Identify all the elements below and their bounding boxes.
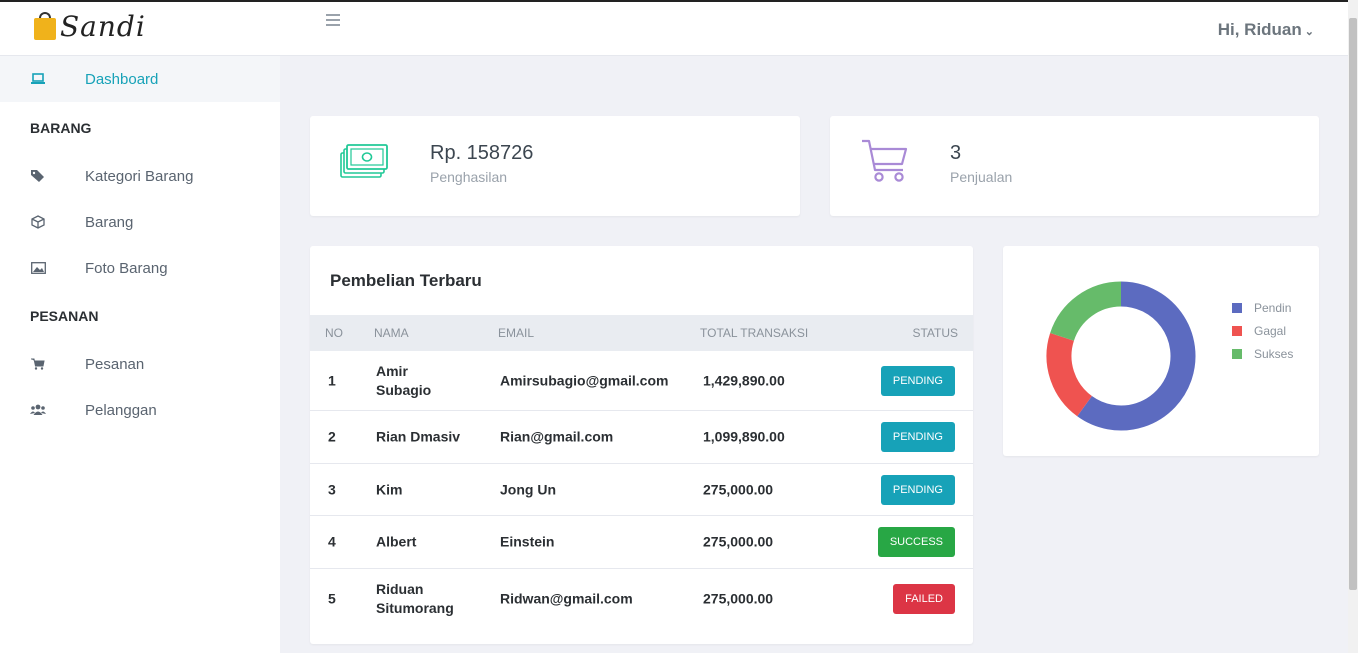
cell-total: 275,000.00	[703, 590, 774, 607]
sidebar-item-label: Barang	[85, 213, 134, 231]
cell-nama: Albert	[376, 533, 417, 550]
column-header-status: STATUS	[912, 326, 958, 340]
sidebar-item-label: Pelanggan	[85, 401, 157, 419]
sidebar-section-barang: BARANG	[30, 120, 92, 136]
brand-logo[interactable]: Sandi	[34, 6, 146, 46]
status-badge: FAILED	[893, 584, 955, 614]
cell-email: Jong Un	[500, 481, 556, 497]
table-body: 1 Amir Subagio Amirsubagio@gmail.com 1,4…	[310, 351, 973, 644]
cell-no: 2	[328, 428, 336, 445]
menu-toggle-icon[interactable]	[326, 14, 340, 29]
cell-nama: Amir Subagio	[376, 362, 432, 398]
donut-chart	[1046, 281, 1196, 431]
sidebar-item-dashboard[interactable]: Dashboard	[0, 56, 280, 102]
cube-icon	[30, 214, 46, 230]
recent-purchases-card: Pembelian Terbaru NO NAMA EMAIL TOTAL TR…	[310, 246, 973, 644]
chevron-down-icon: ⌄	[1304, 26, 1314, 38]
sales-label: Penjualan	[950, 169, 1013, 185]
donut-slice-pendin[interactable]	[1077, 281, 1196, 431]
legend-item[interactable]: Gagal	[1232, 324, 1286, 338]
status-badge: PENDING	[880, 422, 955, 452]
cell-email: Amirsubagio@gmail.com	[500, 372, 669, 388]
sidebar: Dashboard BARANG Kategori Barang Barang …	[0, 56, 280, 653]
sidebar-item-label: Foto Barang	[85, 259, 168, 277]
cell-total: 1,429,890.00	[703, 372, 785, 388]
table-header: NO NAMA EMAIL TOTAL TRANSAKSI STATUS	[310, 315, 973, 351]
order-status-chart-card: Pendin Gagal Sukses	[1003, 246, 1319, 456]
cell-nama: Riduan Situmorang	[376, 581, 454, 616]
cell-total: 1,099,890.00	[703, 428, 785, 445]
column-header-email: EMAIL	[498, 326, 535, 340]
image-icon	[30, 260, 46, 276]
table-row[interactable]: 3 Kim Jong Un 275,000.00 PENDING	[310, 464, 973, 516]
status-badge: PENDING	[880, 365, 955, 396]
sidebar-item-barang[interactable]: Barang	[0, 199, 280, 245]
cell-nama: Rian Dmasiv	[376, 428, 461, 445]
legend-label: Pendin	[1254, 301, 1292, 315]
legend-swatch	[1232, 326, 1242, 336]
scrollbar-thumb[interactable]	[1349, 18, 1357, 590]
column-header-no: NO	[325, 326, 343, 340]
cell-no: 1	[328, 372, 336, 388]
table-row[interactable]: 2 Rian Dmasiv Rian@gmail.com 1,099,890.0…	[310, 411, 973, 464]
money-icon	[340, 144, 388, 184]
cell-no: 5	[328, 590, 336, 607]
status-badge: PENDING	[880, 474, 955, 505]
column-header-nama: NAMA	[374, 326, 409, 340]
table-row[interactable]: 1 Amir Subagio Amirsubagio@gmail.com 1,4…	[310, 351, 973, 411]
top-navbar: Sandi Hi, Riduan ⌄	[0, 0, 1348, 56]
sidebar-item-label: Dashboard	[85, 70, 159, 88]
legend-label: Sukses	[1254, 347, 1294, 361]
cell-no: 3	[328, 481, 336, 497]
cell-email: Rian@gmail.com	[500, 428, 614, 445]
cell-nama: Kim	[376, 481, 403, 497]
sidebar-item-kategori-barang[interactable]: Kategori Barang	[0, 153, 280, 199]
sidebar-item-pelanggan[interactable]: Pelanggan	[0, 387, 280, 433]
legend-swatch	[1232, 303, 1242, 313]
brand-name: Sandi	[60, 9, 146, 43]
users-icon	[30, 402, 46, 418]
sidebar-item-label: Pesanan	[85, 355, 145, 373]
laptop-icon	[30, 71, 46, 87]
sales-stat-card: 3 Penjualan	[830, 116, 1319, 216]
legend-item[interactable]: Pendin	[1232, 301, 1291, 315]
sales-value: 3	[950, 142, 962, 164]
shopping-bag-icon	[34, 12, 56, 40]
table-row[interactable]: 5 Riduan Situmorang Ridwan@gmail.com 275…	[310, 569, 973, 629]
cart-icon	[860, 138, 908, 188]
income-label: Penghasilan	[430, 169, 508, 185]
status-badge: SUCCESS	[877, 527, 955, 557]
column-header-total: TOTAL TRANSAKSI	[700, 326, 809, 340]
page-scrollbar[interactable]	[1348, 0, 1358, 653]
cell-no: 4	[328, 533, 336, 550]
table-row[interactable]: 4 Albert Einstein 275,000.00 SUCCESS	[310, 516, 973, 569]
cart-icon	[30, 356, 46, 372]
recent-purchases-title: Pembelian Terbaru	[330, 271, 482, 290]
income-stat-card: Rp. 158726 Penghasilan	[310, 116, 800, 216]
sidebar-item-foto-barang[interactable]: Foto Barang	[0, 245, 280, 291]
user-greeting: Hi, Riduan	[1217, 20, 1302, 39]
legend-label: Gagal	[1254, 324, 1287, 338]
legend-item[interactable]: Sukses	[1232, 347, 1293, 361]
cell-total: 275,000.00	[703, 481, 774, 497]
sidebar-item-label: Kategori Barang	[85, 167, 194, 185]
user-menu[interactable]: Hi, Riduan ⌄	[1218, 20, 1314, 40]
income-value: Rp. 158726	[430, 142, 534, 164]
cell-email: Einstein	[500, 533, 555, 550]
cell-email: Ridwan@gmail.com	[500, 590, 633, 607]
sidebar-item-pesanan[interactable]: Pesanan	[0, 341, 280, 387]
donut-slice-gagal[interactable]	[1046, 332, 1093, 417]
sidebar-section-pesanan: PESANAN	[30, 308, 99, 324]
donut-slice-sukses[interactable]	[1050, 281, 1122, 342]
legend-swatch	[1232, 349, 1242, 359]
tags-icon	[30, 168, 46, 184]
cell-total: 275,000.00	[703, 533, 774, 550]
